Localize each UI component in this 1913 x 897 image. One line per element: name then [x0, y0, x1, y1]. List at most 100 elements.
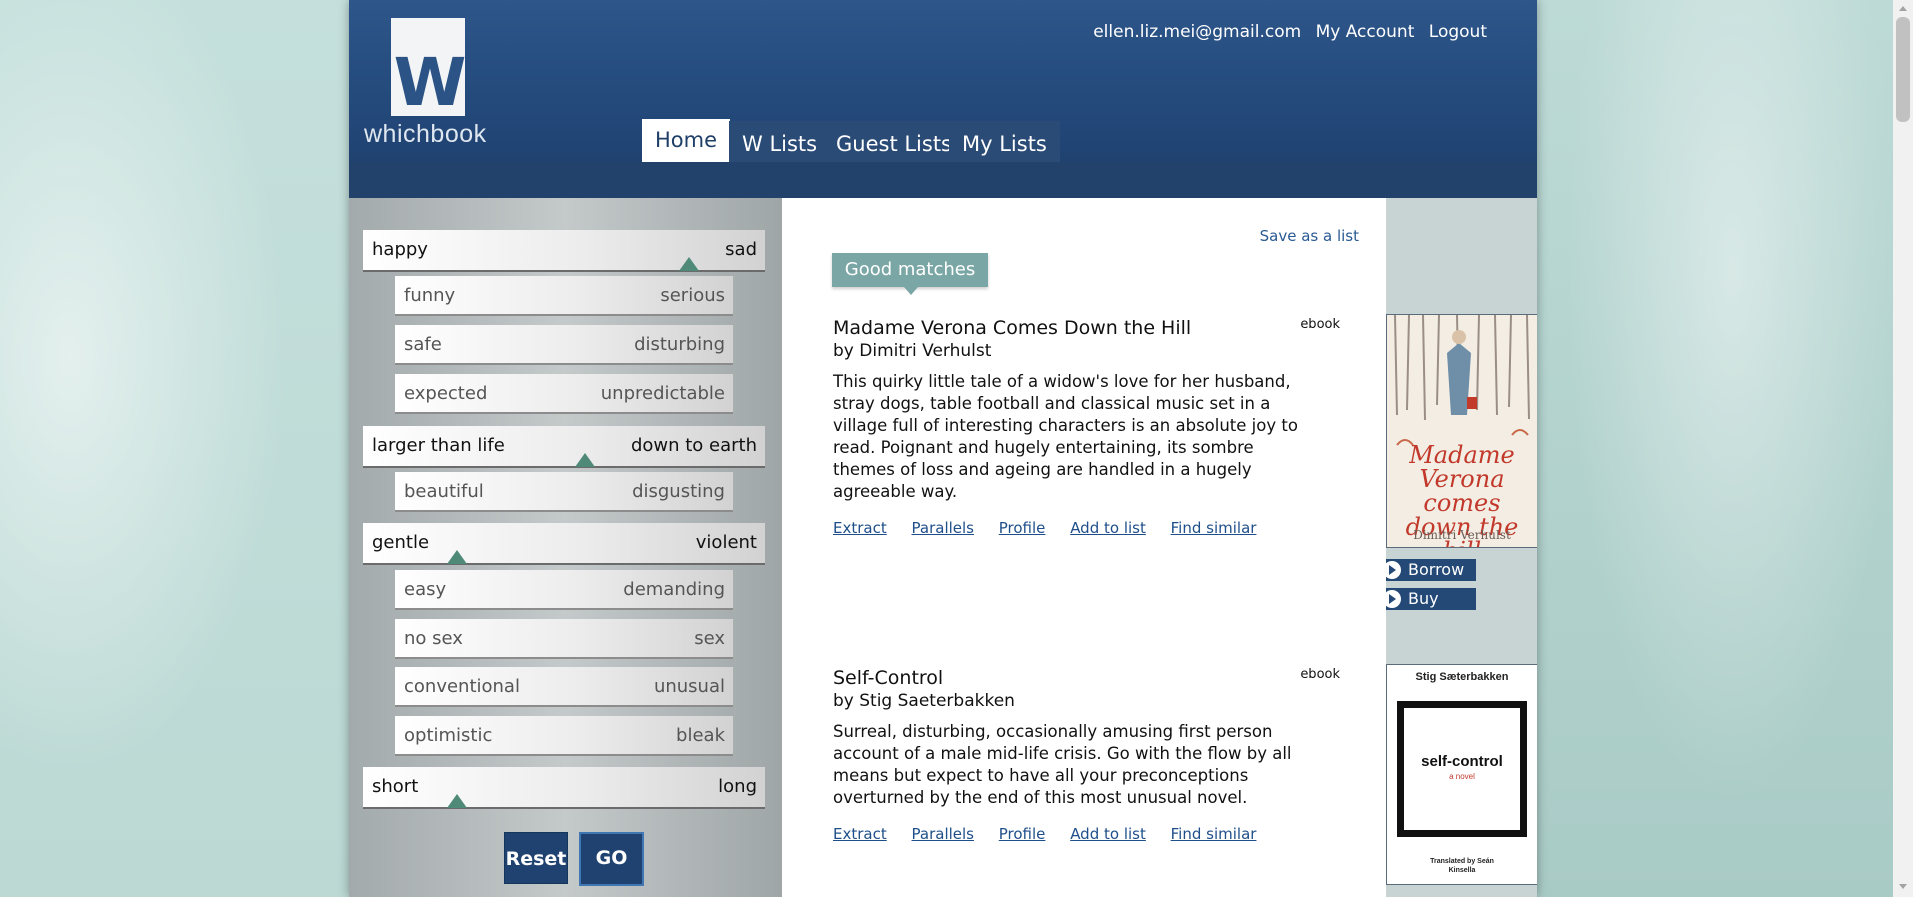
slider-track[interactable]: [395, 608, 733, 610]
find-similar-link[interactable]: Find similar: [1171, 825, 1257, 843]
tab-my-lists[interactable]: My Lists: [949, 121, 1060, 165]
slider-label-left: conventional: [404, 676, 520, 697]
good-matches-text: Good matches: [844, 259, 976, 280]
add-to-list-link[interactable]: Add to list: [1070, 519, 1146, 537]
slider-label-right: serious: [660, 285, 725, 306]
site-header: W whichbook ellen.liz.mei@gmail.com My A…: [349, 0, 1537, 165]
reset-button[interactable]: Reset: [504, 832, 568, 884]
header-band: [349, 162, 1537, 198]
slider-handle[interactable]: [575, 453, 595, 467]
cover-subtitle-text: a novel: [1449, 772, 1475, 781]
slider-label-right: violent: [695, 532, 757, 553]
slider-handle[interactable]: [447, 794, 467, 808]
play-arrow-icon: [1383, 561, 1401, 579]
background-left: [0, 0, 349, 897]
slider-label-left: beautiful: [404, 481, 484, 502]
good-matches-label: Good matches: [832, 253, 988, 295]
logo-letter: W: [393, 44, 467, 121]
slider-track[interactable]: [395, 314, 733, 316]
profile-link[interactable]: Profile: [999, 519, 1046, 537]
slider-track[interactable]: [363, 270, 765, 272]
book-title[interactable]: Self-Control: [833, 667, 1313, 689]
scroll-down-arrow-icon[interactable]: [1899, 884, 1907, 889]
slider-beautiful-disgusting[interactable]: beautiful disgusting: [395, 472, 733, 512]
pointer-arrow-icon: [904, 287, 918, 295]
slider-track[interactable]: [395, 363, 733, 365]
vertical-scrollbar[interactable]: [1893, 0, 1913, 897]
logout-link[interactable]: Logout: [1429, 22, 1487, 42]
scroll-up-arrow-icon[interactable]: [1899, 6, 1907, 11]
borrow-button[interactable]: Borrow: [1383, 559, 1476, 581]
slider-label-right: disgusting: [632, 481, 725, 502]
add-to-list-link[interactable]: Add to list: [1070, 825, 1146, 843]
slider-label-right: down to earth: [630, 435, 757, 456]
book-format: ebook: [1300, 317, 1340, 332]
background-right: [1537, 0, 1893, 897]
slider-track[interactable]: [395, 657, 733, 659]
scrollbar-thumb[interactable]: [1896, 17, 1910, 122]
slider-label-left: no sex: [404, 628, 463, 649]
slider-label-left: larger than life: [372, 435, 505, 456]
slider-label-left: funny: [404, 285, 456, 306]
go-button[interactable]: GO: [579, 832, 644, 886]
slider-label-left: safe: [404, 334, 442, 355]
cover-translator-text: Translated by Seán Kinsella: [1430, 858, 1494, 874]
parallels-link[interactable]: Parallels: [912, 519, 974, 537]
tab-home[interactable]: Home: [642, 119, 731, 162]
tab-guest-lists[interactable]: Guest Lists: [823, 121, 966, 165]
slider-handle[interactable]: [679, 257, 699, 271]
slider-conventional-unusual[interactable]: conventional unusual: [395, 667, 733, 707]
mood-slider-panel: happy sad funny serious safe disturbing …: [349, 198, 782, 897]
slider-label-right: sad: [725, 239, 757, 260]
slider-track[interactable]: [363, 563, 765, 565]
slider-label-right: sex: [694, 628, 725, 649]
slider-optimistic-bleak[interactable]: optimistic bleak: [395, 716, 733, 756]
slider-gentle-violent[interactable]: gentle violent: [363, 523, 765, 565]
logo-text[interactable]: whichbook: [364, 120, 487, 149]
extract-link[interactable]: Extract: [833, 519, 887, 537]
slider-label-left: happy: [372, 239, 428, 260]
book-actions: Extract Parallels Profile Add to list Fi…: [833, 825, 1313, 843]
slider-label-right: unusual: [653, 676, 725, 697]
slider-track[interactable]: [363, 807, 765, 809]
slider-handle[interactable]: [447, 550, 467, 564]
slider-label-left: easy: [404, 579, 447, 600]
logo[interactable]: W: [391, 18, 467, 121]
book-cover-image[interactable]: Madame Verona comes down the hill Dimitr…: [1386, 314, 1537, 548]
slider-label-right: long: [718, 776, 757, 797]
slider-no-sex-sex[interactable]: no sex sex: [395, 619, 733, 659]
profile-link[interactable]: Profile: [999, 825, 1046, 843]
slider-expected-unpredictable[interactable]: expected unpredictable: [395, 374, 733, 414]
book-result: Self-Control by Stig Saeterbakken ebook …: [833, 667, 1340, 843]
slider-safe-disturbing[interactable]: safe disturbing: [395, 325, 733, 365]
buy-button[interactable]: Buy: [1383, 588, 1476, 610]
slider-track[interactable]: [395, 754, 733, 756]
slider-track[interactable]: [395, 705, 733, 707]
book-description: Surreal, disturbing, occasionally amusin…: [833, 722, 1292, 807]
cover-author-text: Stig Sæterbakken: [1415, 671, 1509, 683]
slider-funny-serious[interactable]: funny serious: [395, 276, 733, 316]
user-email: ellen.liz.mei@gmail.com: [1093, 22, 1302, 42]
slider-track[interactable]: [395, 412, 733, 414]
slider-label-left: short: [372, 776, 419, 797]
find-similar-link[interactable]: Find similar: [1171, 519, 1257, 537]
slider-label-right: disturbing: [634, 334, 725, 355]
book-cover-image[interactable]: Stig Sæterbakken self-control a novel Tr…: [1386, 664, 1537, 885]
slider-track[interactable]: [363, 466, 765, 468]
save-as-list-link[interactable]: Save as a list: [1260, 227, 1359, 245]
slider-easy-demanding[interactable]: easy demanding: [395, 570, 733, 610]
tab-w-lists[interactable]: W Lists: [729, 121, 831, 165]
slider-larger-than-life-down-to-earth[interactable]: larger than life down to earth: [363, 426, 765, 468]
extract-link[interactable]: Extract: [833, 825, 887, 843]
slider-label-left: gentle: [372, 532, 430, 553]
book-title[interactable]: Madame Verona Comes Down the Hill: [833, 317, 1313, 339]
slider-track[interactable]: [395, 510, 733, 512]
cover-title-text: self-control: [1421, 753, 1503, 770]
my-account-link[interactable]: My Account: [1316, 22, 1415, 42]
results-panel: Save as a list Good matches Madame Veron…: [782, 198, 1386, 897]
slider-short-long[interactable]: short long: [363, 767, 765, 809]
book-author: by Stig Saeterbakken: [833, 691, 1015, 711]
parallels-link[interactable]: Parallels: [912, 825, 974, 843]
slider-label-right: demanding: [623, 579, 725, 600]
slider-happy-sad[interactable]: happy sad: [363, 230, 765, 272]
